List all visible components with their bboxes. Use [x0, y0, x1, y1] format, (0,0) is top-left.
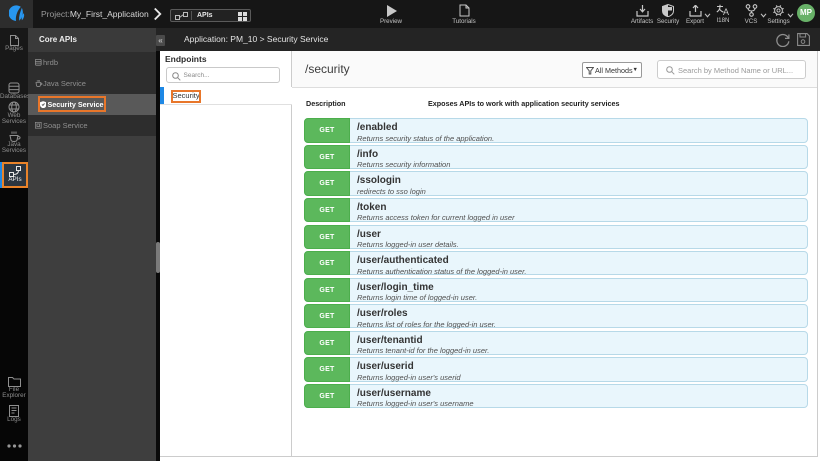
svg-text:A: A — [723, 7, 729, 16]
